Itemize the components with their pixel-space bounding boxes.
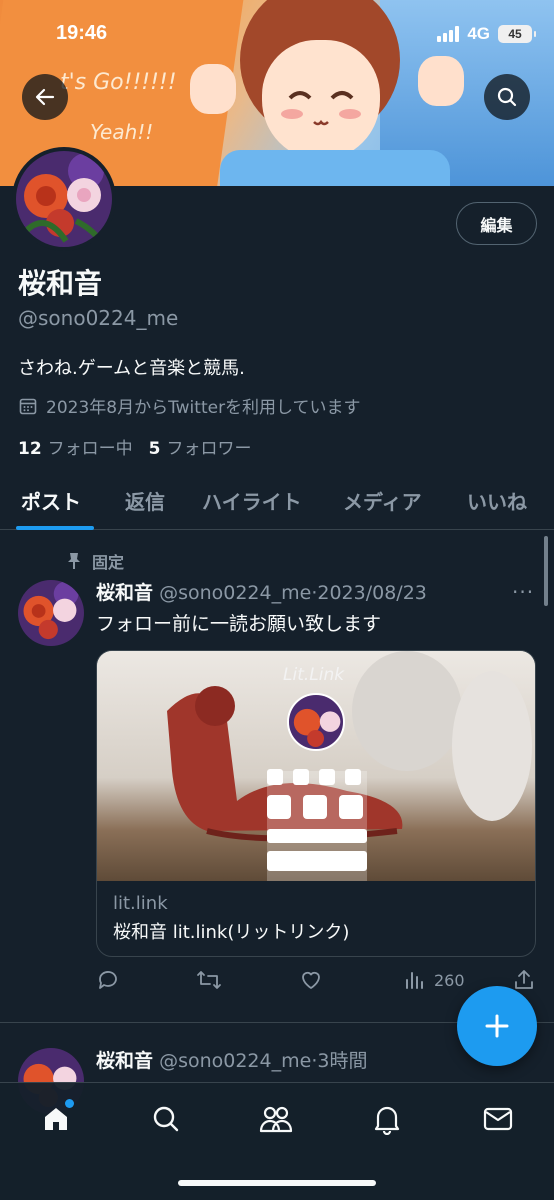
- tweet-author-name[interactable]: 桜和音: [96, 1050, 153, 1072]
- more-options-icon[interactable]: ···: [512, 580, 534, 604]
- repost-icon: [197, 971, 221, 989]
- views-button[interactable]: 260: [402, 968, 465, 992]
- profile-handle: @sono0224_me: [18, 306, 179, 330]
- tweet-header: 桜和音 @sono0224_me·3時間: [96, 1046, 367, 1073]
- avatar: [16, 151, 112, 247]
- plus-icon: [485, 1014, 509, 1038]
- tab-highlights[interactable]: ハイライト: [202, 486, 302, 515]
- views-count: 260: [434, 970, 465, 990]
- battery-icon: 45: [498, 25, 536, 43]
- card-link-buttons: [267, 769, 367, 871]
- search-icon: [497, 87, 517, 107]
- nav-explore[interactable]: [146, 1099, 186, 1139]
- link-card[interactable]: Lit.Link lit.link 桜和音 lit.link(リットリンク): [96, 650, 536, 957]
- profile-joined: 2023年8月からTwitterを利用しています: [18, 393, 361, 418]
- joined-text: 2023年8月からTwitterを利用しています: [46, 398, 361, 418]
- mail-icon: [483, 1107, 513, 1131]
- banner-character-hand: [190, 64, 236, 114]
- heart-icon: [302, 971, 320, 989]
- pinned-text: 固定: [92, 553, 125, 572]
- card-meta: lit.link 桜和音 lit.link(リットリンク): [97, 881, 535, 956]
- search-icon: [153, 1106, 179, 1132]
- nav-home[interactable]: [36, 1099, 76, 1139]
- reply-button[interactable]: [96, 968, 120, 992]
- tab-media[interactable]: メディア: [343, 486, 422, 515]
- status-time: 19:46: [56, 22, 108, 44]
- tab-replies[interactable]: 返信: [125, 486, 165, 515]
- tweet-avatar[interactable]: [18, 580, 84, 646]
- notification-dot: [65, 1099, 74, 1108]
- repost-button[interactable]: [196, 968, 222, 992]
- calendar-icon: [19, 398, 37, 414]
- nav-messages[interactable]: [478, 1099, 518, 1139]
- edit-profile-button[interactable]: 編集: [456, 202, 537, 245]
- card-domain: lit.link: [113, 893, 168, 914]
- pinned-label: 固定: [66, 549, 124, 573]
- banner-text: t's Go!!!!!!: [60, 70, 177, 95]
- back-button[interactable]: [22, 74, 68, 120]
- profile-bio: さわね.ゲームと音楽と競馬.: [18, 358, 245, 379]
- arrow-left-icon: [35, 88, 55, 106]
- scrollbar[interactable]: [544, 536, 548, 606]
- home-indicator[interactable]: [178, 1180, 376, 1186]
- nav-notifications[interactable]: [367, 1099, 407, 1139]
- banner-character-dress: [220, 150, 450, 186]
- follow-stats: 12 フォロー中 5 フォロワー: [18, 434, 252, 459]
- signal-icon: [437, 26, 460, 42]
- tweet-time: 3時間: [317, 1050, 368, 1072]
- status-indicators: 4G 45: [437, 24, 536, 44]
- pin-icon: [68, 553, 80, 569]
- banner-character-hand: [418, 56, 464, 106]
- share-icon: [515, 970, 533, 989]
- followers-link[interactable]: 5 フォロワー: [149, 434, 252, 459]
- banner-character-face: [262, 40, 380, 160]
- tweet-actions: 260: [96, 968, 536, 998]
- tweet-author-handle: @sono0224_me: [159, 1050, 312, 1072]
- card-title: 桜和音 lit.link(リットリンク): [113, 922, 350, 943]
- card-logo-text: Lit.Link: [283, 665, 345, 685]
- like-button[interactable]: [299, 968, 323, 992]
- nav-communities[interactable]: [256, 1099, 296, 1139]
- search-button[interactable]: [484, 74, 530, 120]
- network-type: 4G: [467, 24, 490, 43]
- banner-text: Yeah!!: [90, 120, 154, 144]
- active-tab-indicator: [16, 526, 94, 530]
- tweet-author-name[interactable]: 桜和音: [96, 582, 153, 604]
- tweet-author-handle: @sono0224_me: [159, 582, 312, 604]
- card-avatar: [287, 693, 345, 751]
- bell-icon: [374, 1106, 400, 1135]
- status-bar: 19:46 4G 45: [0, 22, 554, 52]
- profile-name: 桜和音: [18, 267, 103, 300]
- following-label: フォロー中: [47, 439, 133, 459]
- tweet-text: フォロー前に一読お願い致します: [96, 613, 382, 635]
- followers-count: 5: [148, 439, 161, 459]
- tab-posts[interactable]: ポスト: [21, 486, 81, 515]
- communities-icon: [259, 1106, 293, 1133]
- share-button[interactable]: [512, 968, 536, 992]
- tweet-header: 桜和音 @sono0224_me·2023/08/23: [96, 578, 427, 605]
- profile-tabs: ポスト 返信 ハイライト メディア いいね: [0, 470, 554, 530]
- followers-label: フォロワー: [166, 439, 252, 459]
- reply-icon: [99, 971, 117, 989]
- profile-avatar[interactable]: [12, 147, 116, 251]
- analytics-icon: [406, 972, 423, 989]
- tweet-time: 2023/08/23: [317, 582, 427, 604]
- following-count: 12: [18, 439, 42, 459]
- tab-likes[interactable]: いいね: [467, 486, 527, 515]
- compose-button[interactable]: [457, 986, 537, 1066]
- following-link[interactable]: 12 フォロー中: [18, 434, 133, 459]
